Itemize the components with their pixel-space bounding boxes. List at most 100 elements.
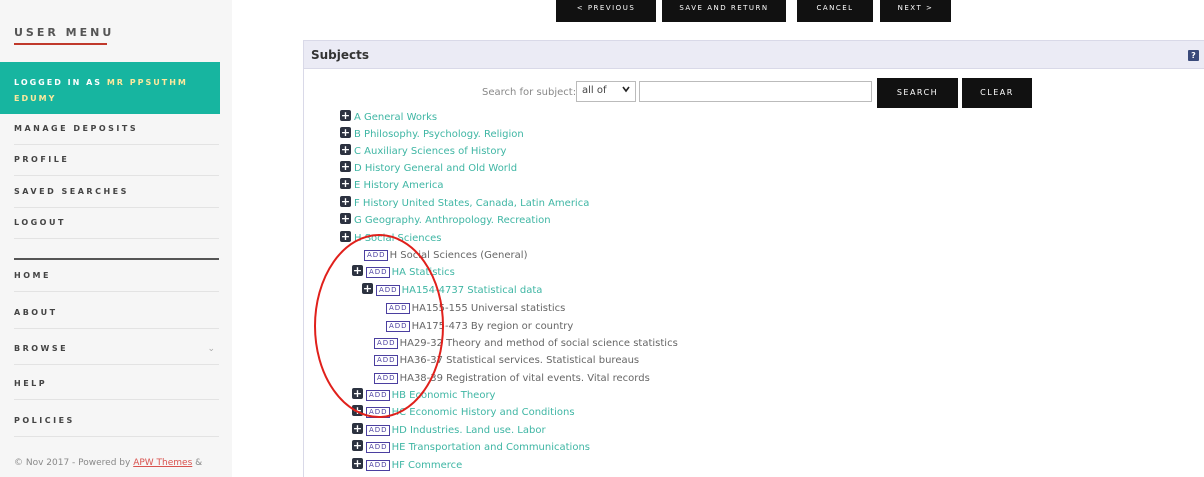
tree-item[interactable]: + ADD HA154-4737 Statistical data [362, 283, 542, 298]
logged-in-user: MR PPSUTHM [106, 78, 188, 87]
add-button[interactable]: ADD [366, 267, 390, 278]
tree-item[interactable]: + ADD HF Commerce [352, 458, 462, 473]
expand-icon[interactable]: + [340, 144, 351, 155]
expand-icon[interactable]: + [362, 283, 373, 294]
expand-icon[interactable]: + [340, 196, 351, 207]
tree-item-label[interactable]: HD Industries. Land use. Labor [392, 425, 546, 436]
browse-label: BROWSE [14, 344, 69, 353]
tree-item-label[interactable]: HE Transportation and Communications [392, 442, 590, 453]
tree-item-label[interactable]: HC Economic History and Conditions [392, 407, 575, 418]
tree-item-label[interactable]: HB Economic Theory [392, 390, 496, 401]
tree-item[interactable]: + H Social Sciences [340, 231, 442, 246]
title-underline [14, 43, 107, 45]
search-input[interactable] [639, 81, 872, 102]
tree-item-label[interactable]: A General Works [354, 112, 437, 123]
add-button[interactable]: ADD [366, 425, 390, 436]
expand-icon[interactable]: + [352, 388, 363, 399]
tree-item[interactable]: + ADD HD Industries. Land use. Labor [352, 423, 546, 438]
expand-icon[interactable]: + [352, 265, 363, 276]
tree-item: ADD HA36-37 Statistical services. Statist… [374, 353, 639, 368]
sidebar-item-profile[interactable]: PROFILE [14, 144, 219, 176]
add-button[interactable]: ADD [366, 460, 390, 471]
tree-item: ADD HA155-155 Universal statistics [386, 301, 565, 316]
add-button[interactable]: ADD [374, 373, 398, 384]
add-button[interactable]: ADD [366, 442, 390, 453]
tree-item-label[interactable]: E History America [354, 180, 444, 191]
sidebar-item-manage-deposits[interactable]: MANAGE DEPOSITS [14, 113, 219, 145]
tree-item[interactable]: + ADD HB Economic Theory [352, 388, 495, 403]
tree-item-label: HA175-473 By region or country [411, 321, 574, 332]
add-button[interactable]: ADD [366, 390, 390, 401]
sidebar-item-browse[interactable]: BROWSE ⌄ [14, 333, 219, 365]
tree-item-label[interactable]: D History General and Old World [354, 163, 517, 174]
user-menu-title: USER MENU [14, 26, 115, 39]
add-button[interactable]: ADD [366, 407, 390, 418]
add-button[interactable]: ADD [374, 338, 398, 349]
tree-item-label[interactable]: HF Commerce [392, 460, 463, 471]
tree-item-label[interactable]: B Philosophy. Psychology. Religion [354, 129, 524, 140]
tree-item[interactable]: + C Auxiliary Sciences of History [340, 144, 506, 159]
tree-item-label[interactable]: H Social Sciences [354, 233, 442, 244]
search-button[interactable]: SEARCH [877, 78, 958, 108]
tree-item-label[interactable]: HA Statistics [392, 267, 455, 278]
sidebar-item-home[interactable]: HOME [14, 260, 219, 292]
user-sidebar: USER MENU LOGGED IN AS MR PPSUTHM EDUMY … [0, 0, 232, 477]
chevron-down-icon[interactable]: ⌄ [207, 333, 215, 365]
expand-icon[interactable]: + [352, 458, 363, 469]
tree-item[interactable]: + ADD HA Statistics [352, 265, 455, 280]
tree-item-label[interactable]: F History United States, Canada, Latin A… [354, 198, 589, 209]
previous-button[interactable]: < PREVIOUS [556, 0, 656, 22]
sidebar-item-about[interactable]: ABOUT [14, 297, 219, 329]
add-button[interactable]: ADD [386, 303, 410, 314]
sidebar-item-policies[interactable]: POLICIES [14, 405, 219, 437]
add-button[interactable]: ADD [386, 321, 410, 332]
sidebar-item-saved-searches[interactable]: SAVED SEARCHES [14, 176, 219, 208]
tree-item[interactable]: + D History General and Old World [340, 161, 517, 176]
sidebar-item-logout[interactable]: LOGOUT [14, 207, 219, 239]
logged-in-user-cont: EDUMY [14, 94, 57, 103]
tree-item-label[interactable]: G Geography. Anthropology. Recreation [354, 215, 551, 226]
tree-item: ADD HA29-32 Theory and method of social s… [374, 336, 678, 351]
expand-icon[interactable]: + [340, 178, 351, 189]
tree-item-label: HA38-39 Registration of vital events. Vi… [399, 373, 650, 384]
expand-icon[interactable]: + [352, 405, 363, 416]
collapse-icon[interactable]: + [340, 231, 351, 242]
clear-button[interactable]: CLEAR [962, 78, 1032, 108]
tree-item[interactable]: + A General Works [340, 110, 437, 125]
tree-item[interactable]: + ADD HC Economic History and Conditions [352, 405, 575, 420]
tree-item: ADD HA175-473 By region or country [386, 319, 573, 334]
search-label: Search for subject: [482, 87, 577, 98]
save-and-return-button[interactable]: SAVE AND RETURN [662, 0, 786, 22]
tree-item: ADD HA38-39 Registration of vital events.… [374, 371, 650, 386]
tree-item[interactable]: + ADD HE Transportation and Communications [352, 440, 590, 455]
panel-header: Subjects ? [304, 41, 1204, 69]
logged-in-prefix: LOGGED IN AS [14, 78, 103, 87]
tree-item[interactable]: + G Geography. Anthropology. Recreation [340, 213, 551, 228]
expand-icon[interactable]: + [340, 161, 351, 172]
tree-item-label[interactable]: C Auxiliary Sciences of History [354, 146, 506, 157]
cancel-button[interactable]: CANCEL [797, 0, 873, 22]
tree-item-label: HA155-155 Universal statistics [411, 303, 566, 314]
sidebar-item-help[interactable]: HELP [14, 368, 219, 400]
expand-icon[interactable]: + [340, 127, 351, 138]
next-button[interactable]: NEXT > [880, 0, 951, 22]
expand-icon[interactable]: + [352, 423, 363, 434]
add-button[interactable]: ADD [374, 355, 398, 366]
sidebar-footer: © Nov 2017 - Powered by APW Themes & [14, 458, 202, 468]
footer-link-apw-themes[interactable]: APW Themes [133, 458, 192, 468]
expand-icon[interactable]: + [352, 440, 363, 451]
footer-text: © Nov 2017 - Powered by [14, 458, 131, 468]
tree-item[interactable]: + F History United States, Canada, Latin … [340, 196, 589, 211]
tree-item[interactable]: + E History America [340, 178, 444, 193]
add-button[interactable]: ADD [376, 285, 400, 296]
expand-icon[interactable]: + [340, 110, 351, 121]
expand-icon[interactable]: + [340, 213, 351, 224]
tree-item: ADD H Social Sciences (General) [364, 248, 527, 263]
logged-in-banner: LOGGED IN AS MR PPSUTHM EDUMY [0, 62, 220, 114]
tree-item-label[interactable]: HA154-4737 Statistical data [402, 285, 543, 296]
search-mode-select[interactable]: all of [576, 81, 636, 102]
add-button[interactable]: ADD [364, 250, 388, 261]
help-icon[interactable]: ? [1188, 50, 1199, 61]
footer-suffix: & [195, 458, 203, 468]
tree-item[interactable]: + B Philosophy. Psychology. Religion [340, 127, 524, 142]
